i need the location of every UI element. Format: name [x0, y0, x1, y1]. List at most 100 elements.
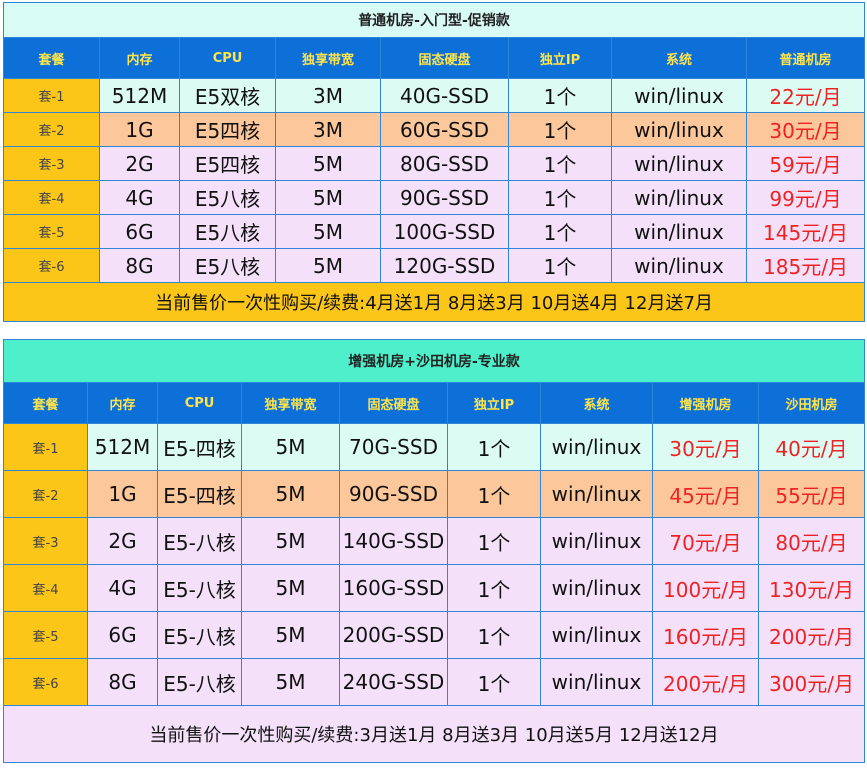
cpu-value: E5八核 [179, 248, 276, 283]
header-os: 系统 [611, 37, 747, 79]
pricing-page: 普通机房-入门型-促销款 套餐 内存 CPU 独享带宽 固态硬盘 独立IP 系统… [0, 0, 867, 769]
memory-value: 1G [99, 112, 180, 147]
bandwidth-value: 5M [241, 423, 340, 471]
enhanced-price-value: 200元/月 [652, 658, 759, 706]
bandwidth-value: 5M [241, 517, 340, 565]
os-value: win/linux [611, 78, 747, 113]
bandwidth-value: 5M [275, 146, 381, 181]
ip-value: 1个 [508, 180, 612, 215]
enhanced-shatin-pricing-table: 增强机房+沙田机房-专业款 套餐 内存 CPU 独享带宽 固态硬盘 独立IP 系… [3, 339, 865, 763]
disk-value: 100G-SSD [380, 214, 509, 249]
section1-promo-footer: 当前售价一次性购买/续费:4月送1月 8月送3月 10月送4月 12月送7月 [3, 282, 865, 322]
ip-value: 1个 [508, 248, 612, 283]
cpu-value: E5-八核 [157, 517, 242, 565]
table-row: 套-3 2G E5-八核 5M 140G-SSD 1个 win/linux 70… [3, 517, 865, 565]
header-shatin-room: 沙田机房 [758, 382, 865, 424]
table-row: 套-2 1G E5-四核 5M 90G-SSD 1个 win/linux 45元… [3, 470, 865, 518]
header-cpu: CPU [157, 382, 242, 424]
memory-value: 512M [87, 423, 158, 471]
shatin-price-value: 80元/月 [758, 517, 865, 565]
price-value: 22元/月 [746, 78, 865, 113]
section2-promo-footer: 当前售价一次性购买/续费:3月送1月 8月送3月 10月送5月 12月送12月 [3, 705, 865, 763]
header-cpu: CPU [179, 37, 276, 79]
disk-value: 40G-SSD [380, 78, 509, 113]
memory-value: 6G [99, 214, 180, 249]
shatin-price-value: 300元/月 [758, 658, 865, 706]
cpu-value: E5-八核 [157, 658, 242, 706]
os-value: win/linux [540, 470, 653, 518]
package-name: 套-6 [3, 658, 88, 706]
header-ssd: 固态硬盘 [339, 382, 448, 424]
ip-value: 1个 [447, 658, 541, 706]
cpu-value: E5双核 [179, 78, 276, 113]
header-memory: 内存 [99, 37, 180, 79]
package-name: 套-6 [3, 248, 100, 283]
shatin-price-value: 55元/月 [758, 470, 865, 518]
os-value: win/linux [540, 517, 653, 565]
cpu-value: E5-八核 [157, 611, 242, 659]
bandwidth-value: 5M [241, 611, 340, 659]
header-ip: 独立IP [447, 382, 541, 424]
table-row: 套-5 6G E5八核 5M 100G-SSD 1个 win/linux 145… [3, 214, 865, 249]
bandwidth-value: 5M [241, 470, 340, 518]
cpu-value: E5-八核 [157, 564, 242, 612]
header-standard-room: 普通机房 [746, 37, 865, 79]
table-row: 套-6 8G E5八核 5M 120G-SSD 1个 win/linux 185… [3, 248, 865, 283]
disk-value: 60G-SSD [380, 112, 509, 147]
section2-title: 增强机房+沙田机房-专业款 [3, 339, 865, 383]
bandwidth-value: 3M [275, 112, 381, 147]
shatin-price-value: 40元/月 [758, 423, 865, 471]
shatin-price-value: 130元/月 [758, 564, 865, 612]
memory-value: 2G [99, 146, 180, 181]
package-name: 套-1 [3, 423, 88, 471]
memory-value: 4G [87, 564, 158, 612]
disk-value: 90G-SSD [339, 470, 448, 518]
header-memory: 内存 [87, 382, 158, 424]
disk-value: 140G-SSD [339, 517, 448, 565]
bandwidth-value: 3M [275, 78, 381, 113]
os-value: win/linux [540, 564, 653, 612]
os-value: win/linux [540, 611, 653, 659]
cpu-value: E5-四核 [157, 470, 242, 518]
price-value: 30元/月 [746, 112, 865, 147]
price-value: 185元/月 [746, 248, 865, 283]
package-name: 套-4 [3, 564, 88, 612]
bandwidth-value: 5M [275, 248, 381, 283]
os-value: win/linux [611, 248, 747, 283]
package-name: 套-3 [3, 146, 100, 181]
ip-value: 1个 [447, 470, 541, 518]
ip-value: 1个 [508, 214, 612, 249]
os-value: win/linux [611, 180, 747, 215]
memory-value: 2G [87, 517, 158, 565]
table-row: 套-4 4G E5-八核 5M 160G-SSD 1个 win/linux 10… [3, 564, 865, 612]
memory-value: 6G [87, 611, 158, 659]
os-value: win/linux [540, 658, 653, 706]
disk-value: 200G-SSD [339, 611, 448, 659]
enhanced-price-value: 45元/月 [652, 470, 759, 518]
shatin-price-value: 200元/月 [758, 611, 865, 659]
package-name: 套-2 [3, 112, 100, 147]
enhanced-price-value: 70元/月 [652, 517, 759, 565]
ip-value: 1个 [447, 564, 541, 612]
memory-value: 512M [99, 78, 180, 113]
header-enhanced-room: 增强机房 [652, 382, 759, 424]
table-row: 套-2 1G E5四核 3M 60G-SSD 1个 win/linux 30元/… [3, 112, 865, 147]
memory-value: 1G [87, 470, 158, 518]
package-name: 套-5 [3, 214, 100, 249]
disk-value: 80G-SSD [380, 146, 509, 181]
ip-value: 1个 [447, 611, 541, 659]
cpu-value: E5八核 [179, 214, 276, 249]
bandwidth-value: 5M [275, 180, 381, 215]
memory-value: 4G [99, 180, 180, 215]
disk-value: 90G-SSD [380, 180, 509, 215]
os-value: win/linux [540, 423, 653, 471]
price-value: 59元/月 [746, 146, 865, 181]
ip-value: 1个 [447, 423, 541, 471]
package-name: 套-2 [3, 470, 88, 518]
enhanced-price-value: 100元/月 [652, 564, 759, 612]
table-row: 套-6 8G E5-八核 5M 240G-SSD 1个 win/linux 20… [3, 658, 865, 706]
cpu-value: E5-四核 [157, 423, 242, 471]
standard-room-pricing-table: 普通机房-入门型-促销款 套餐 内存 CPU 独享带宽 固态硬盘 独立IP 系统… [3, 2, 865, 322]
table-row: 套-1 512M E5双核 3M 40G-SSD 1个 win/linux 22… [3, 78, 865, 113]
disk-value: 160G-SSD [339, 564, 448, 612]
